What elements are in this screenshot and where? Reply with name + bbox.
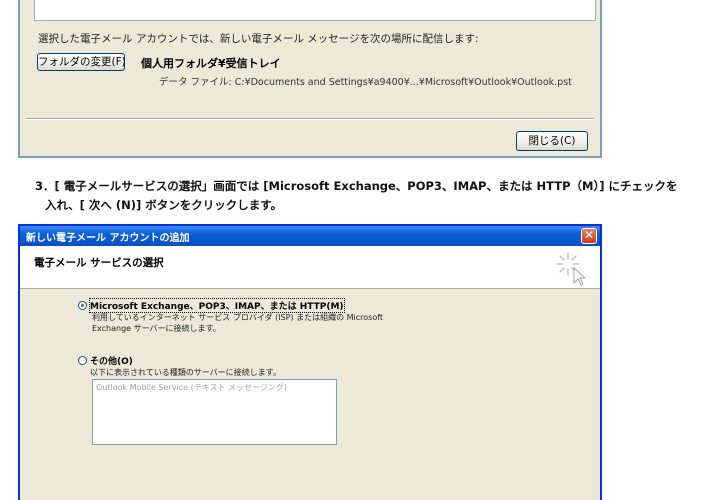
divider <box>26 118 594 120</box>
wizard-header: 電子メール サービスの選択 <box>20 246 600 289</box>
radio-unselected-icon[interactable] <box>78 356 87 365</box>
close-icon[interactable]: ✕ <box>581 228 597 244</box>
account-settings-dialog: 選択した電子メール アカウントでは、新しい電子メール メッセージを次の場所に配信… <box>18 0 602 158</box>
option-other-desc: 以下に表示されている種類のサーバーに接続します。 <box>90 368 281 377</box>
option-other-label[interactable]: その他(O) <box>90 354 133 367</box>
server-type-list[interactable]: Outlook Mobile Service (テキスト メッセージング) <box>92 379 337 445</box>
account-list-box[interactable] <box>34 0 596 21</box>
option-exchange-desc-line-1: 利用しているインターネット サービス プロバイダ (ISP) または組織の Mi… <box>92 313 384 322</box>
instruction-line-1: 3．[ 電子メールサービスの選択」画面では [Microsoft Exchang… <box>35 179 678 193</box>
title-bar: 新しい電子メール アカウントの追加 ✕ <box>20 226 600 246</box>
close-button[interactable]: 閉じる(C) <box>516 131 588 151</box>
list-item[interactable]: Outlook Mobile Service (テキスト メッセージング) <box>96 382 287 393</box>
add-account-wizard: 新しい電子メール アカウントの追加 ✕ 電子メール サービスの選択 Micros… <box>18 224 602 500</box>
instruction-text: 3．[ 電子メールサービスの選択」画面では [Microsoft Exchang… <box>35 177 705 215</box>
delivery-folder-name: 個人用フォルダ¥受信トレイ <box>141 57 281 70</box>
sparkle-icon <box>556 252 587 286</box>
radio-selected-icon[interactable] <box>78 301 87 310</box>
instruction-line-2: 入れ、[ 次へ (N)] ボタンをクリックします。 <box>45 198 283 212</box>
window-title: 新しい電子メール アカウントの追加 <box>26 233 190 244</box>
change-folder-button[interactable]: フォルダの変更(F) <box>37 53 126 71</box>
option-exchange-pop3-label[interactable]: Microsoft Exchange、POP3、IMAP、または HTTP(M) <box>89 298 345 313</box>
option-exchange-desc: 利用しているインターネット サービス プロバイダ (ISP) または組織の Mi… <box>92 312 383 334</box>
wizard-page-title: 電子メール サービスの選択 <box>34 257 164 269</box>
deliver-location-text: 選択した電子メール アカウントでは、新しい電子メール メッセージを次の場所に配信… <box>38 33 479 45</box>
wizard-content: Microsoft Exchange、POP3、IMAP、または HTTP(M)… <box>20 289 600 500</box>
data-file-path: データ ファイル: C:¥Documents and Settings¥a940… <box>159 77 572 88</box>
option-exchange-desc-line-2: Exchange サーバーに接続します。 <box>92 324 221 333</box>
